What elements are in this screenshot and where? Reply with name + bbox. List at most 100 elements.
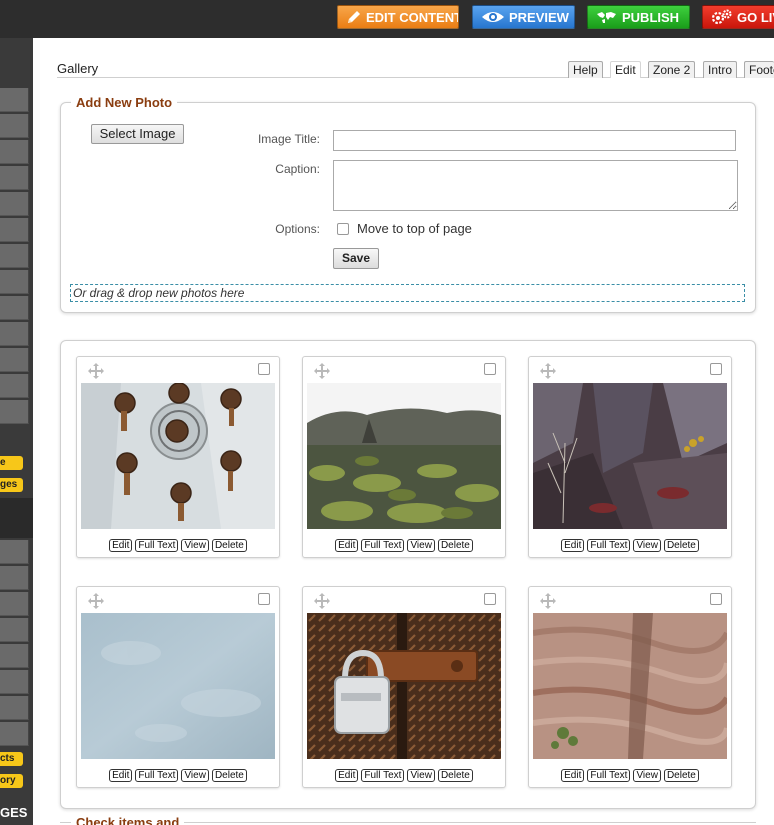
sidebar-badge[interactable]: e <box>0 456 23 470</box>
publish-button[interactable]: PUBLISH <box>587 5 690 29</box>
photo-thumbnail[interactable] <box>533 613 727 759</box>
edit-photo-button[interactable]: Edit <box>335 769 359 782</box>
drag-drop-zone[interactable]: Or drag & drop new photos here <box>70 284 745 302</box>
move-arrows-icon[interactable] <box>87 362 105 380</box>
full-text-button[interactable]: Full Text <box>587 769 631 782</box>
eye-icon <box>482 12 504 22</box>
photo-select-checkbox[interactable] <box>484 593 496 605</box>
move-arrows-icon[interactable] <box>87 592 105 610</box>
sidebar-item[interactable] <box>0 566 29 590</box>
sidebar-badge[interactable]: ory <box>0 774 23 788</box>
sidebar-item[interactable] <box>0 140 29 164</box>
tab-help[interactable]: Help <box>568 61 603 78</box>
move-arrows-icon[interactable] <box>313 592 331 610</box>
photo-thumbnail[interactable] <box>81 383 275 529</box>
delete-photo-button[interactable]: Delete <box>663 769 699 782</box>
view-photo-button[interactable]: View <box>633 539 661 552</box>
sidebar-item[interactable] <box>0 296 29 320</box>
photo-thumbnail[interactable] <box>533 383 727 529</box>
delete-photo-button[interactable]: Delete <box>663 539 699 552</box>
add-photo-legend: Add New Photo <box>71 95 178 110</box>
photo-select-checkbox[interactable] <box>258 593 270 605</box>
move-arrows-icon[interactable] <box>539 362 557 380</box>
full-text-button[interactable]: Full Text <box>135 539 179 552</box>
sidebar-item[interactable] <box>0 166 29 190</box>
tab-footer[interactable]: Footer <box>744 61 774 78</box>
photo-card: Edit Full Text View Delete <box>302 586 506 788</box>
tab-intro[interactable]: Intro <box>703 61 738 78</box>
photo-thumbnail[interactable] <box>307 613 501 759</box>
photo-select-checkbox[interactable] <box>710 363 722 375</box>
edit-photo-button[interactable]: Edit <box>561 539 585 552</box>
photo-actions: Edit Full Text View Delete <box>529 769 731 782</box>
move-to-top-checkbox[interactable] <box>337 223 349 235</box>
image-title-input[interactable] <box>333 130 736 151</box>
edit-content-label: EDIT CONTENT <box>366 9 459 25</box>
sidebar-item[interactable] <box>0 618 29 642</box>
photo-card: Edit Full Text View Delete <box>528 356 732 558</box>
edit-photo-button[interactable]: Edit <box>109 539 133 552</box>
sidebar-item[interactable] <box>0 270 29 294</box>
preview-button[interactable]: PREVIEW <box>472 5 575 29</box>
sidebar-item[interactable] <box>0 244 29 268</box>
photo-card: Edit Full Text View Delete <box>76 586 280 788</box>
full-text-button[interactable]: Full Text <box>135 769 179 782</box>
go-live-button[interactable]: GO LIVE <box>702 5 774 29</box>
edit-photo-button[interactable]: Edit <box>109 769 133 782</box>
left-sidebar: e ges cts ory GES <box>0 38 33 825</box>
view-photo-button[interactable]: View <box>407 769 435 782</box>
sidebar-item[interactable] <box>0 192 29 216</box>
sidebar-item[interactable] <box>0 644 29 668</box>
move-arrows-icon[interactable] <box>313 362 331 380</box>
move-to-top-label[interactable]: Move to top of page <box>357 221 472 236</box>
select-image-button[interactable]: Select Image <box>91 124 184 144</box>
edit-content-button[interactable]: EDIT CONTENT <box>337 5 459 29</box>
sidebar-item[interactable] <box>0 114 29 138</box>
delete-photo-button[interactable]: Delete <box>211 539 247 552</box>
delete-photo-button[interactable]: Delete <box>211 769 247 782</box>
view-photo-button[interactable]: View <box>181 539 209 552</box>
tab-edit[interactable]: Edit <box>610 61 641 78</box>
sidebar-item[interactable] <box>0 540 29 564</box>
sidebar-item[interactable] <box>0 696 29 720</box>
delete-photo-button[interactable]: Delete <box>437 769 473 782</box>
photo-thumbnail[interactable] <box>81 613 275 759</box>
photo-actions: Edit Full Text View Delete <box>529 539 731 552</box>
pencil-icon <box>348 11 360 23</box>
photo-actions: Edit Full Text View Delete <box>303 769 505 782</box>
sidebar-badge[interactable]: ges <box>0 478 23 492</box>
sidebar-item[interactable] <box>0 88 29 112</box>
sidebar-item[interactable] <box>0 722 29 746</box>
sidebar-section-label[interactable]: GES <box>0 802 33 823</box>
photo-actions: Edit Full Text View Delete <box>303 539 505 552</box>
photo-select-checkbox[interactable] <box>710 593 722 605</box>
sidebar-item[interactable] <box>0 670 29 694</box>
sidebar-item[interactable] <box>0 374 29 398</box>
full-text-button[interactable]: Full Text <box>587 539 631 552</box>
move-arrows-icon[interactable] <box>539 592 557 610</box>
sidebar-item[interactable] <box>0 322 29 346</box>
photo-thumbnail[interactable] <box>307 383 501 529</box>
view-photo-button[interactable]: View <box>633 769 661 782</box>
sidebar-item[interactable] <box>0 592 29 616</box>
caption-textarea[interactable] <box>333 160 738 211</box>
full-text-button[interactable]: Full Text <box>361 769 405 782</box>
photo-card: Edit Full Text View Delete <box>302 356 506 558</box>
delete-photo-button[interactable]: Delete <box>437 539 473 552</box>
view-photo-button[interactable]: View <box>181 769 209 782</box>
gears-icon <box>711 9 732 25</box>
save-button[interactable]: Save <box>333 248 379 269</box>
photo-select-checkbox[interactable] <box>484 363 496 375</box>
sidebar-item[interactable] <box>0 218 29 242</box>
sidebar-badge[interactable]: cts <box>0 752 23 766</box>
edit-photo-button[interactable]: Edit <box>335 539 359 552</box>
page-title: Gallery <box>57 61 99 76</box>
photo-select-checkbox[interactable] <box>258 363 270 375</box>
tab-zone-2[interactable]: Zone 2 <box>648 61 696 78</box>
preview-label: PREVIEW <box>509 9 569 25</box>
view-photo-button[interactable]: View <box>407 539 435 552</box>
sidebar-item[interactable] <box>0 400 29 424</box>
sidebar-item[interactable] <box>0 348 29 372</box>
full-text-button[interactable]: Full Text <box>361 539 405 552</box>
edit-photo-button[interactable]: Edit <box>561 769 585 782</box>
